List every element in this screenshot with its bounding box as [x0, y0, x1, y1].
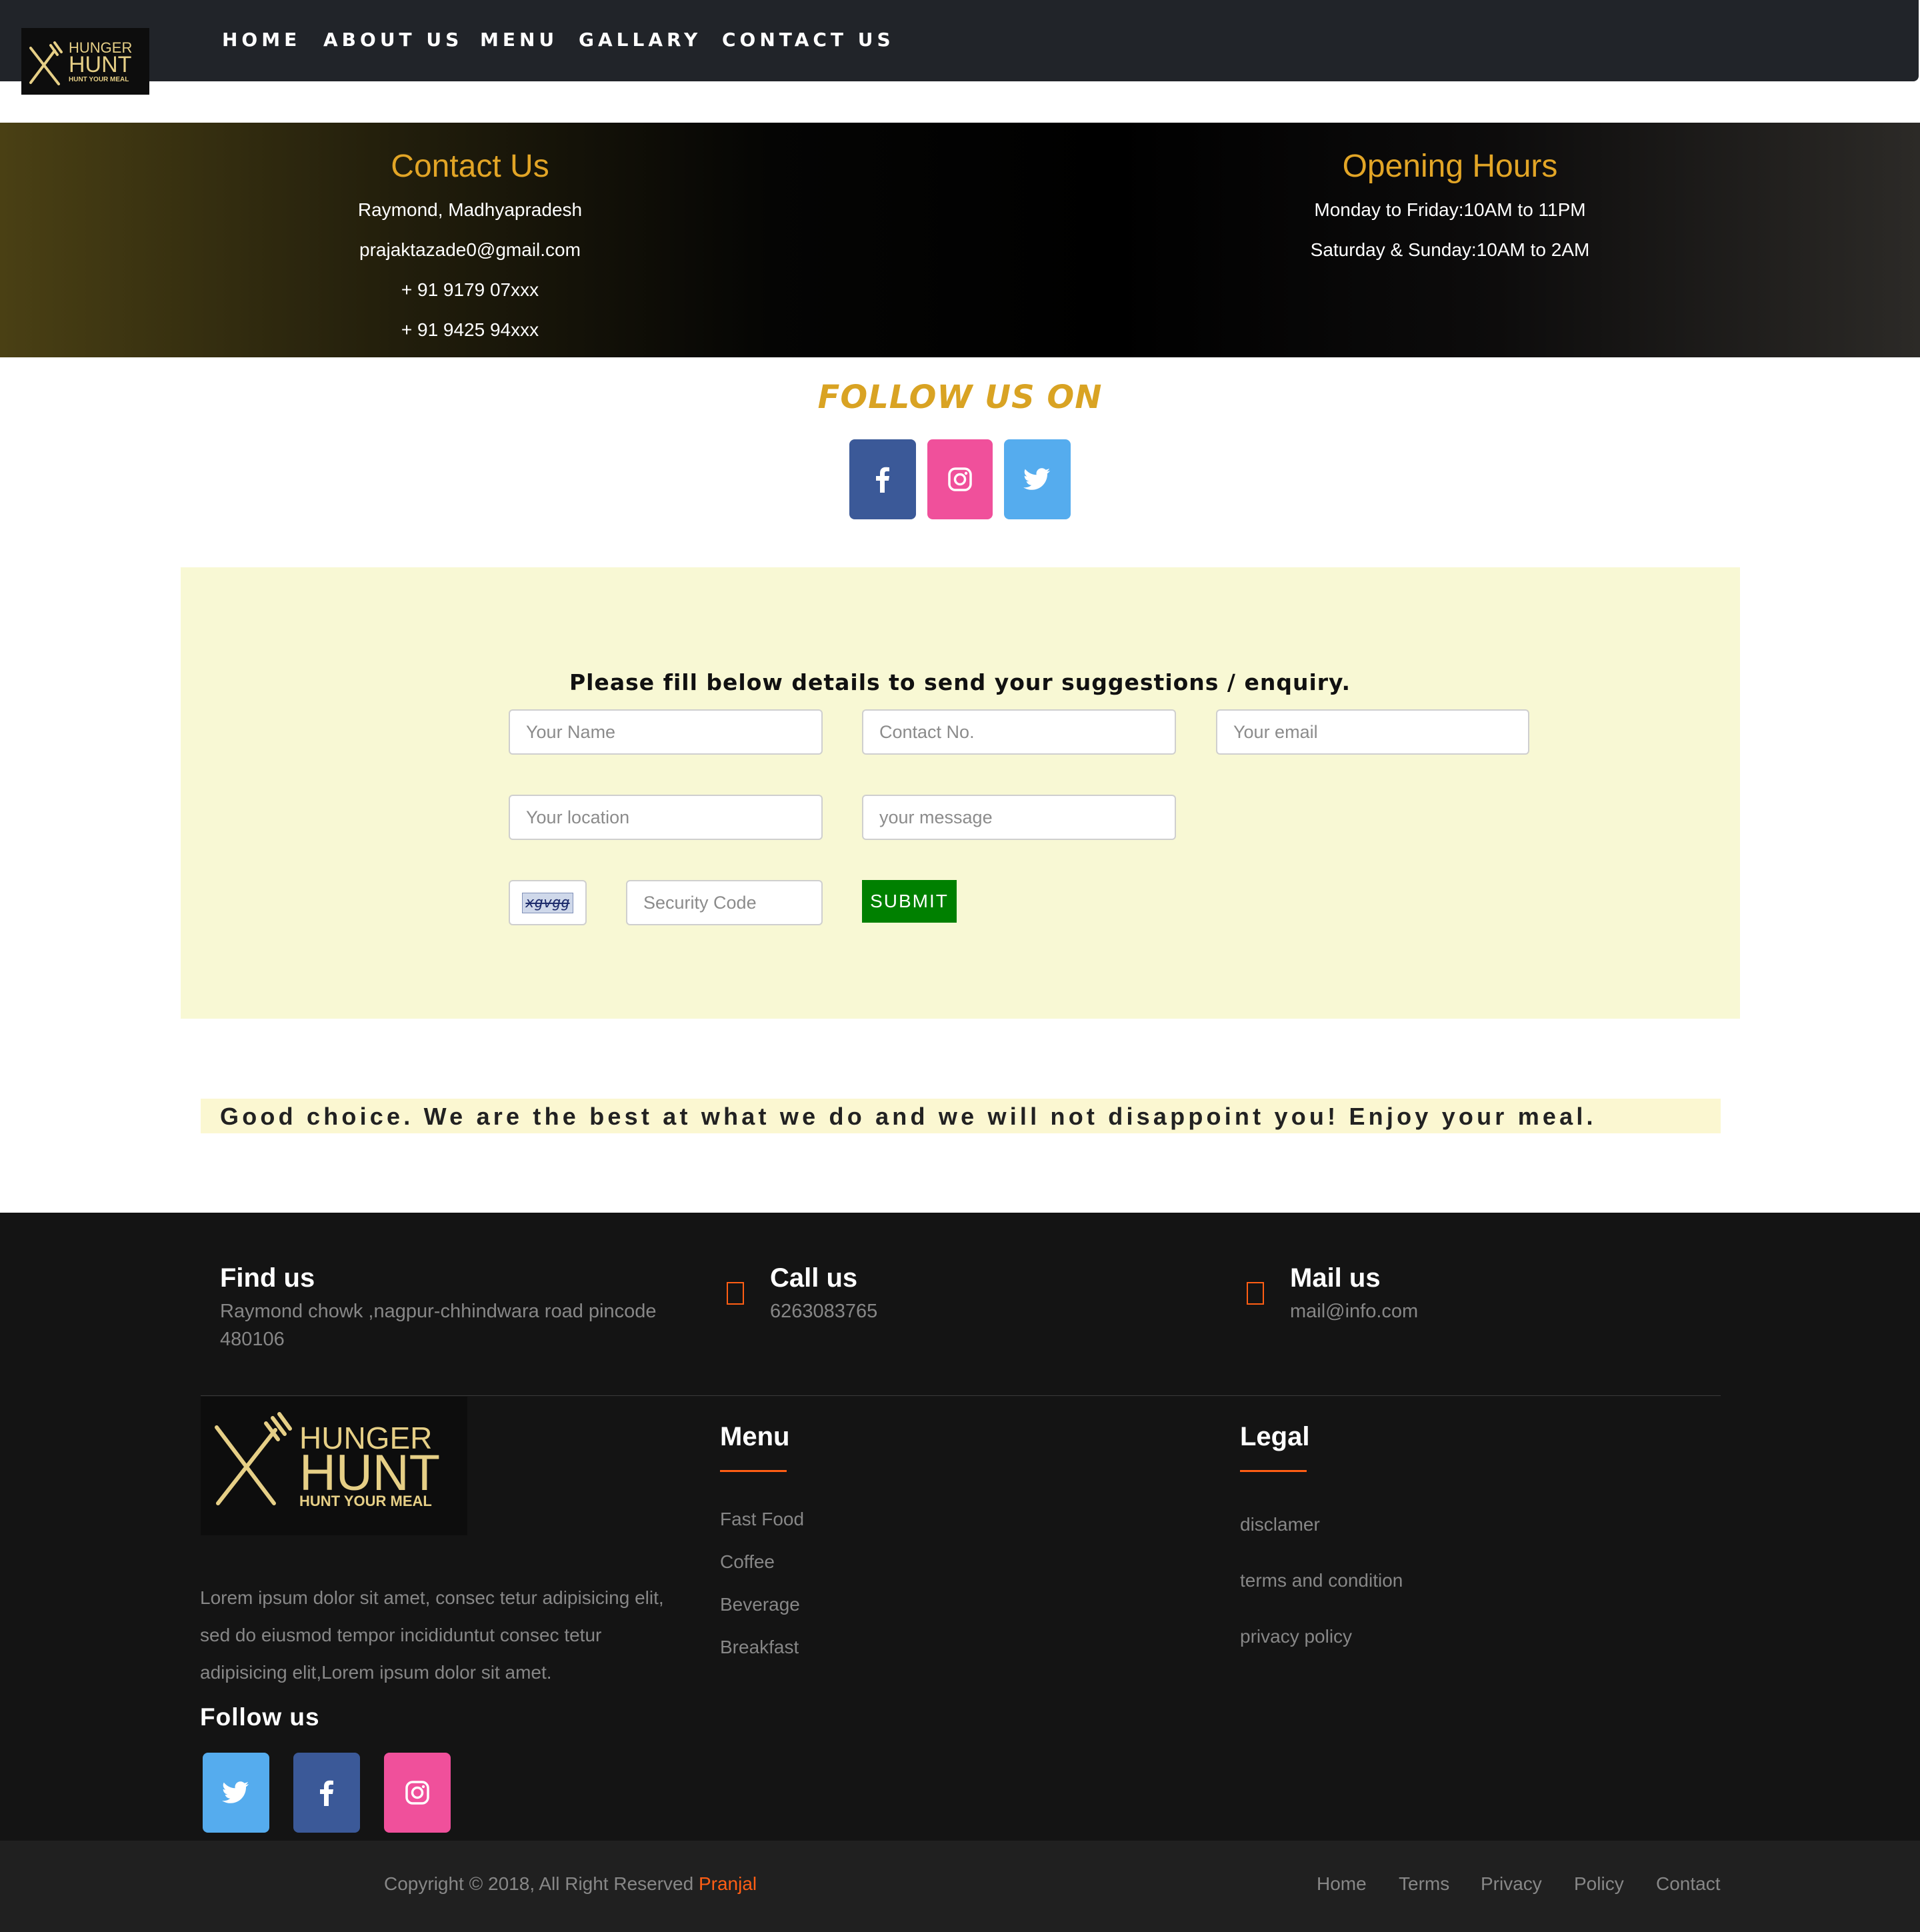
brand-logo[interactable]: HUNGER HUNT HUNT YOUR MEAL	[21, 28, 149, 95]
follow-title: FOLLOW US ON	[817, 379, 1103, 416]
hours-weekdays: Monday to Friday:10AM to 11PM	[1314, 199, 1586, 220]
instagram-icon	[948, 467, 972, 491]
call-us-title: Call us	[770, 1263, 858, 1293]
contact-email: prajaktazade0@gmail.com	[359, 239, 581, 260]
call-us-number: 6263083765	[770, 1301, 878, 1322]
facebook-icon	[320, 1780, 333, 1806]
footer-about-text: Lorem ipsum dolor sit amet, consec tetur…	[200, 1579, 680, 1691]
footer-menu-item[interactable]: Coffee	[720, 1551, 775, 1573]
footer-legal-underline	[1240, 1470, 1307, 1472]
copyright-author-link[interactable]: Pranjal	[699, 1873, 757, 1894]
footer-menu-underline	[720, 1470, 787, 1472]
name-input[interactable]	[509, 709, 823, 755]
find-us-address: Raymond chowk ,nagpur-chhindwara road pi…	[220, 1297, 700, 1353]
footer-legal-item[interactable]: disclamer	[1240, 1514, 1320, 1535]
bottom-link-policy[interactable]: Policy	[1574, 1873, 1624, 1895]
footer-divider	[201, 1395, 1721, 1396]
contact-number-input[interactable]	[862, 709, 1176, 755]
logo-tagline: HUNT YOUR MEAL	[69, 76, 129, 83]
message-input[interactable]	[862, 795, 1176, 840]
location-input[interactable]	[509, 795, 823, 840]
hours-weekend: Saturday & Sunday:10AM to 2AM	[1310, 239, 1590, 260]
email-input[interactable]	[1216, 709, 1529, 755]
footer-logo[interactable]: HUNGER HUNT HUNT YOUR MEAL	[201, 1397, 467, 1535]
contact-address: Raymond, Madhyapradesh	[357, 199, 583, 220]
hours-title: Opening Hours	[1342, 149, 1558, 184]
bottom-link-privacy[interactable]: Privacy	[1481, 1873, 1542, 1895]
contact-phone-2: + 91 9425 94xxx	[401, 319, 539, 340]
facebook-button[interactable]	[849, 439, 916, 519]
nav-gallery[interactable]: GALLARY	[579, 25, 701, 55]
footer-about-line-2: sed do eiusmod tempor incididuntut conse…	[200, 1625, 602, 1645]
phone-icon	[727, 1282, 744, 1305]
captcha-text: xgvgg	[522, 892, 573, 913]
nav-menu[interactable]: MENU	[480, 25, 558, 55]
instagram-icon	[405, 1781, 429, 1805]
bottom-link-home[interactable]: Home	[1317, 1873, 1367, 1895]
contact-phone-1: + 91 9179 07xxx	[401, 279, 539, 300]
footer-logo-tagline: HUNT YOUR MEAL	[299, 1493, 432, 1509]
find-us-title: Find us	[220, 1263, 315, 1293]
footer-legal-item[interactable]: terms and condition	[1240, 1570, 1403, 1591]
security-code-input[interactable]	[626, 880, 823, 925]
find-us-line-2: 480106	[220, 1329, 285, 1350]
footer-menu-item[interactable]: Breakfast	[720, 1637, 799, 1658]
instagram-button[interactable]	[927, 439, 993, 519]
form-heading: Please fill below details to send your s…	[569, 669, 1351, 695]
mail-icon	[1247, 1282, 1264, 1305]
footer-about-line-1: Lorem ipsum dolor sit amet, consec tetur…	[200, 1587, 664, 1608]
mail-us-title: Mail us	[1290, 1263, 1381, 1293]
captcha-image: xgvgg	[509, 880, 587, 925]
bottom-link-contact[interactable]: Contact	[1656, 1873, 1721, 1895]
footer-legal-title: Legal	[1240, 1422, 1310, 1451]
find-us-line-1: Raymond chowk ,nagpur-chhindwara road pi…	[220, 1301, 657, 1322]
footer-facebook-button[interactable]	[293, 1753, 360, 1833]
footer-legal-item[interactable]: privacy policy	[1240, 1626, 1352, 1647]
footer-menu-item[interactable]: Beverage	[720, 1594, 800, 1615]
hunger-hunt-logo-large-icon: HUNGER HUNT HUNT YOUR MEAL	[215, 1412, 440, 1509]
tagline-text: Good choice. We are the best at what we …	[220, 1103, 1597, 1130]
copyright-text: Copyright © 2018, All Right Reserved	[384, 1873, 699, 1894]
twitter-button[interactable]	[1004, 439, 1071, 519]
facebook-icon	[876, 467, 889, 493]
logo-line2: HUNT	[69, 52, 131, 77]
bottom-bar	[0, 1841, 1920, 1932]
nav-home[interactable]: HOME	[222, 25, 301, 55]
footer-twitter-button[interactable]	[203, 1753, 269, 1833]
footer-about-line-3: adipisicing elit,Lorem ipsum dolor sit a…	[200, 1662, 552, 1683]
nav-contact-us[interactable]: CONTACT US	[722, 25, 895, 55]
twitter-icon	[1023, 468, 1050, 490]
twitter-icon	[222, 1781, 249, 1803]
footer-menu-item[interactable]: Fast Food	[720, 1509, 804, 1530]
enquiry-form-panel	[181, 567, 1740, 1019]
footer-instagram-button[interactable]	[384, 1753, 451, 1833]
submit-button[interactable]: SUBMIT	[862, 880, 957, 923]
mail-us-address: mail@info.com	[1290, 1301, 1419, 1322]
footer-menu-title: Menu	[720, 1422, 790, 1451]
bottom-link-terms[interactable]: Terms	[1399, 1873, 1449, 1895]
footer-follow-title: Follow us	[200, 1703, 320, 1731]
contact-title: Contact Us	[391, 149, 549, 184]
nav-about-us[interactable]: ABOUT US	[323, 25, 463, 55]
copyright: Copyright © 2018, All Right Reserved Pra…	[384, 1873, 757, 1895]
hunger-hunt-logo-icon: HUNGER HUNT HUNT YOUR MEAL	[29, 39, 132, 85]
